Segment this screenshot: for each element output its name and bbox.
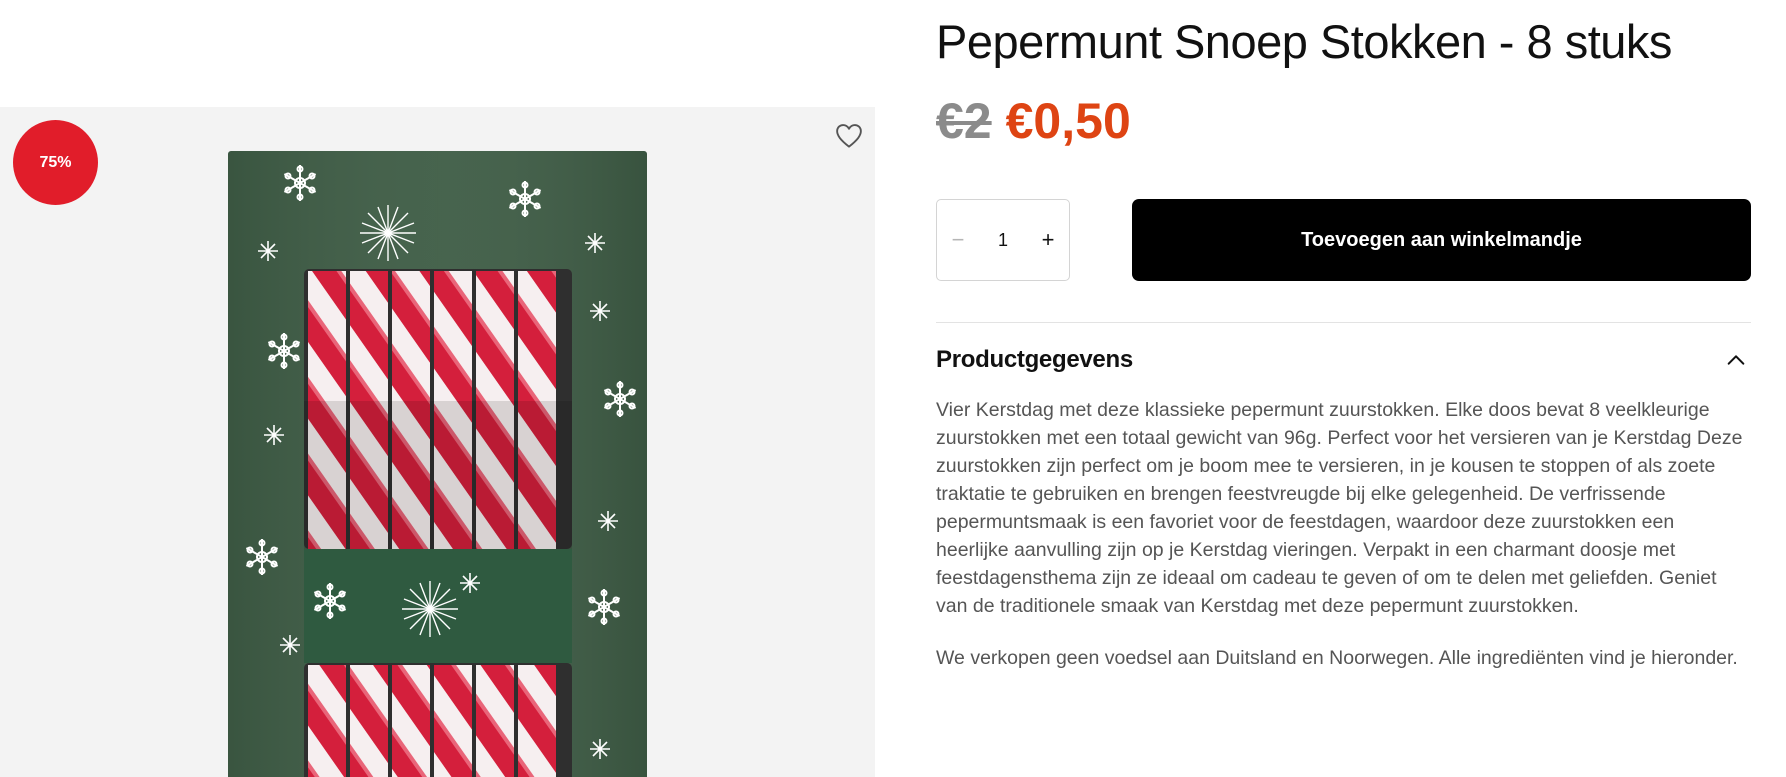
sale-price: €0,50 <box>1005 93 1131 149</box>
shipping-notice: We verkopen geen voedsel aan Duitsland e… <box>936 647 1738 669</box>
divider <box>936 322 1751 323</box>
accordion-title: Productgegevens <box>936 346 1133 373</box>
product-page: 75% Pepermunt Snoep Stokken - 8 stuks €2… <box>0 0 1786 777</box>
increase-quantity-button[interactable]: + <box>1035 227 1061 253</box>
product-title: Pepermunt Snoep Stokken - 8 stuks <box>936 15 1672 68</box>
chevron-up-icon <box>1727 355 1745 365</box>
add-to-cart-button[interactable]: Toevoegen aan winkelmandje <box>1132 199 1751 281</box>
decrease-quantity-button[interactable]: − <box>945 227 971 253</box>
product-image[interactable] <box>228 151 647 777</box>
quantity-input[interactable] <box>983 229 1023 251</box>
product-gallery: 75% <box>0 107 875 777</box>
quantity-stepper: − + <box>936 199 1070 281</box>
heart-outline-icon[interactable] <box>834 121 864 151</box>
price-block: €2 €0,50 <box>936 92 1131 150</box>
old-price: €2 <box>936 93 992 149</box>
discount-badge: 75% <box>13 120 98 205</box>
product-description: Vier Kerstdag met deze klassieke pepermu… <box>936 399 1743 617</box>
product-details-accordion-toggle[interactable]: Productgegevens <box>936 340 1751 380</box>
